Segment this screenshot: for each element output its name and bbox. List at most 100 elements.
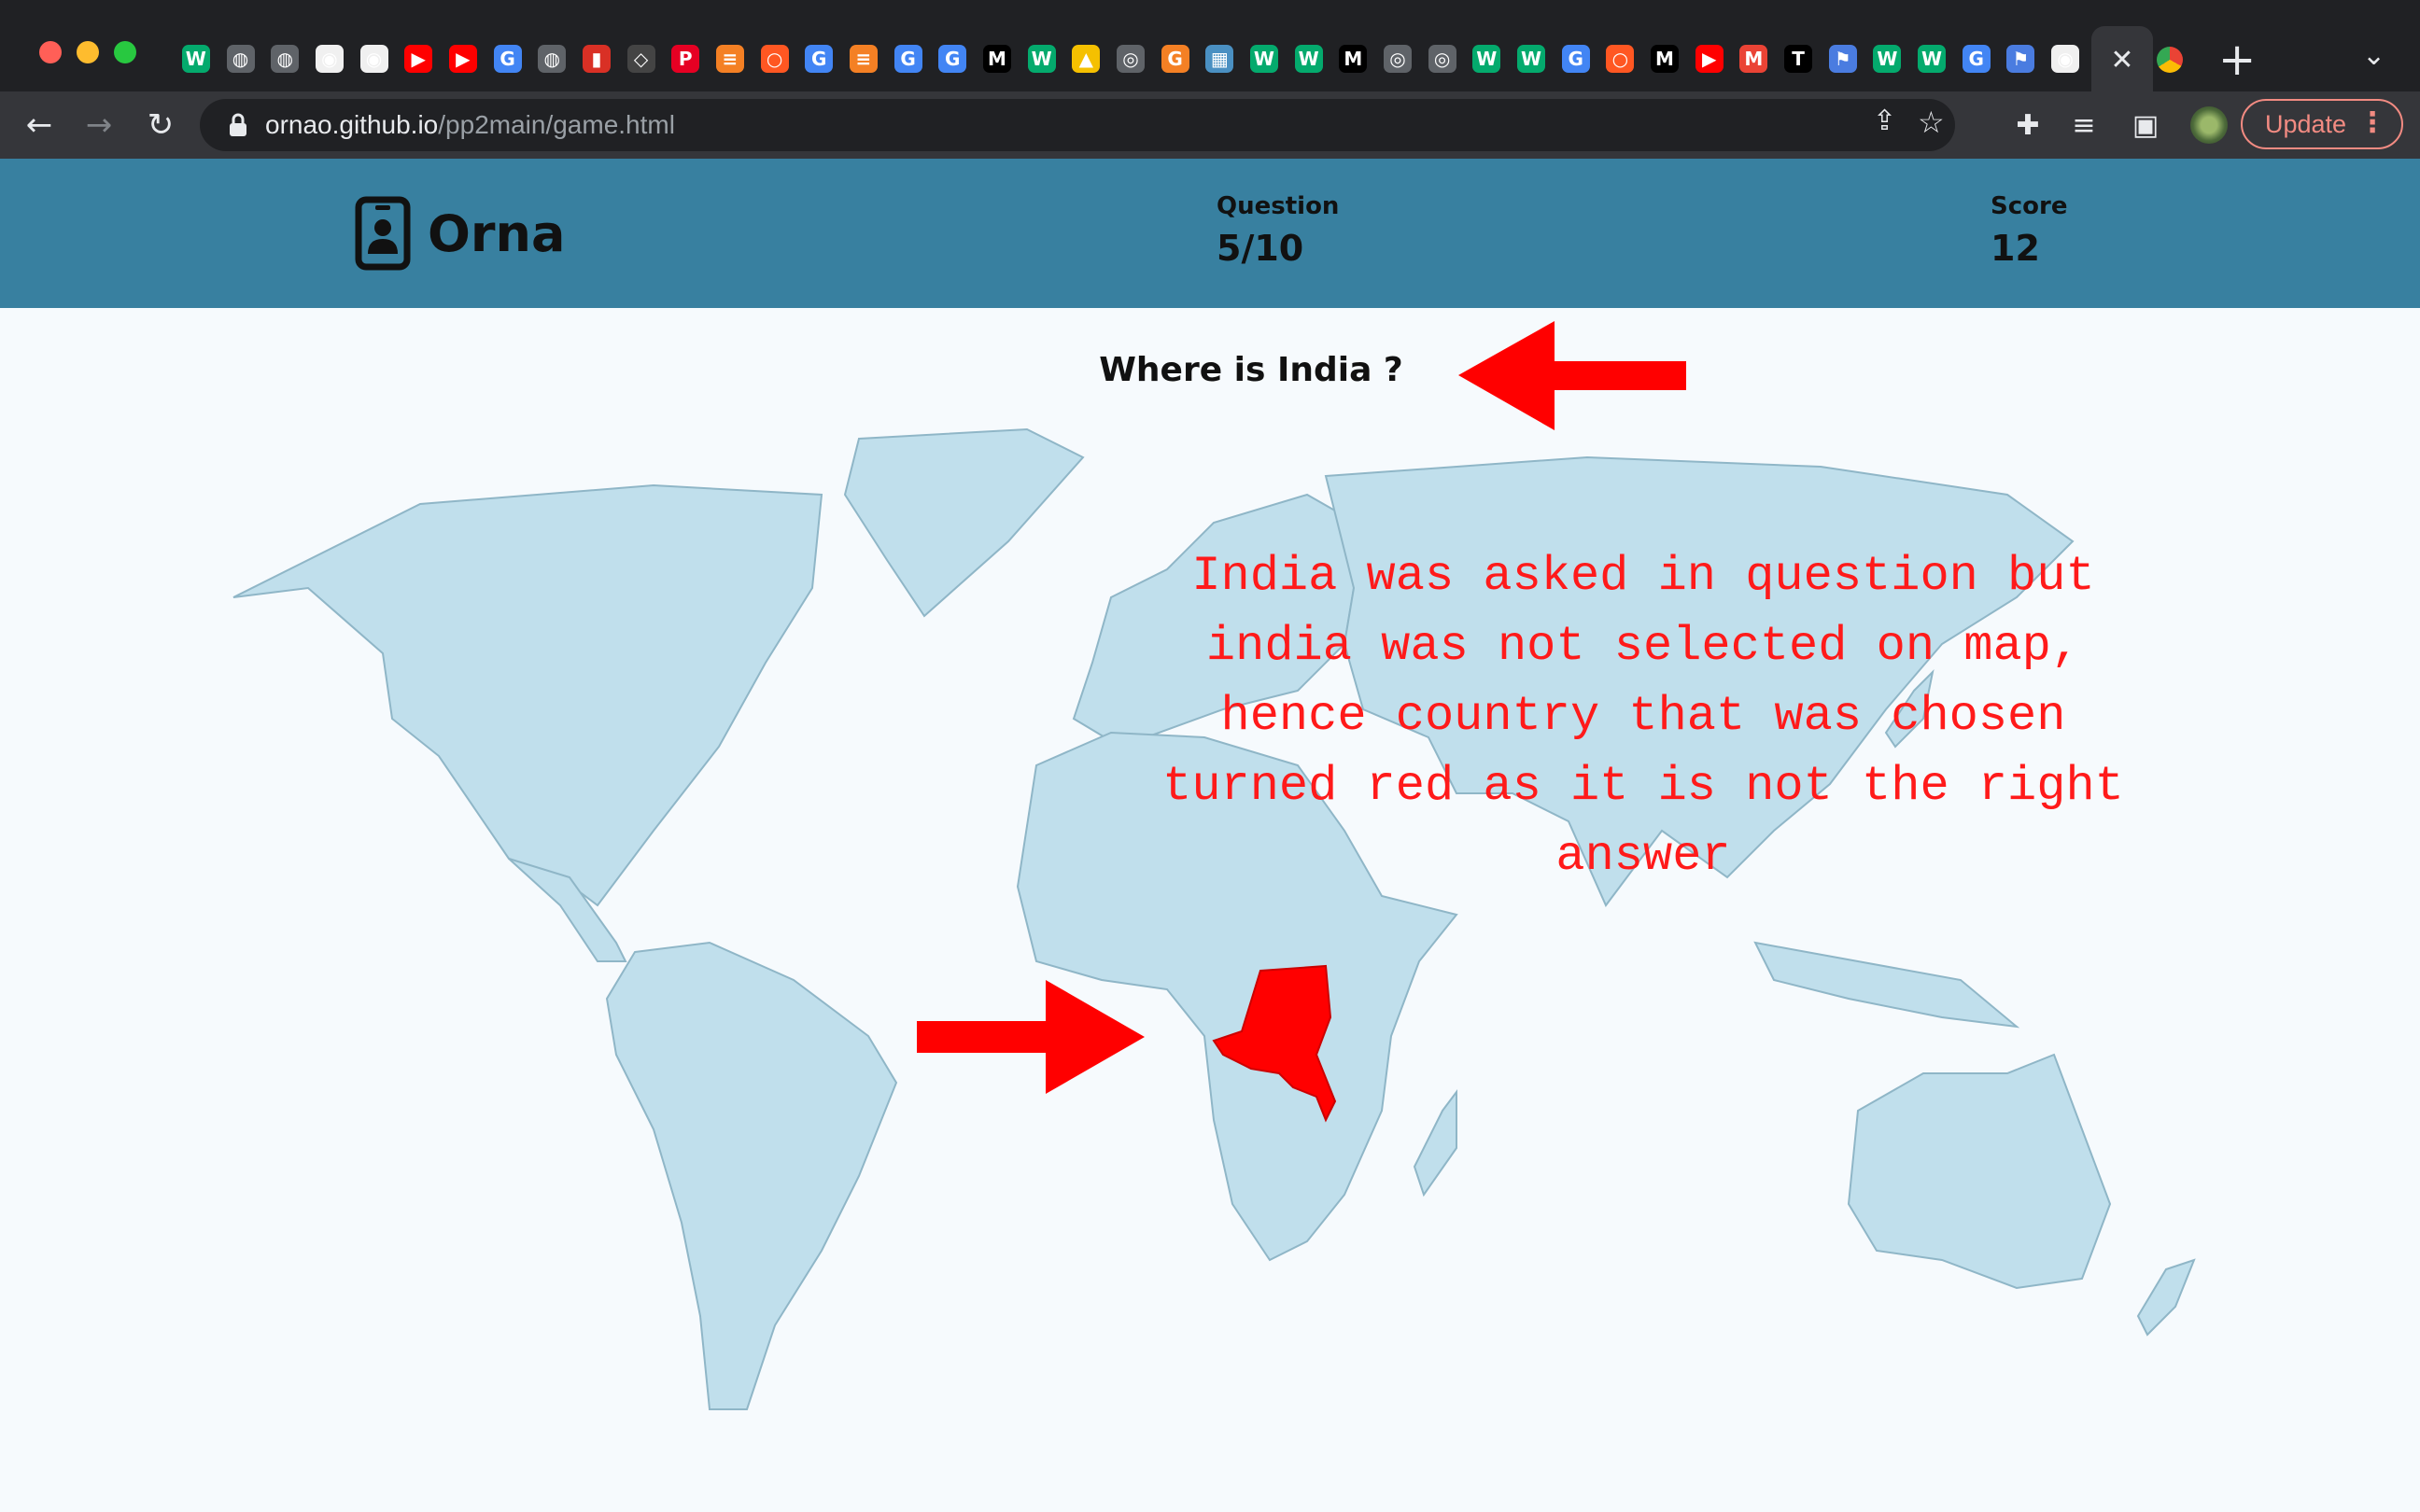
tab[interactable]: W <box>1909 28 1954 90</box>
tab[interactable]: W <box>1020 28 1064 90</box>
new-tab-button[interactable]: + <box>2218 34 2256 86</box>
tab[interactable]: ○ <box>1598 28 1643 90</box>
google-icon: G <box>805 45 834 73</box>
tab[interactable]: M <box>975 28 1020 90</box>
lock-icon <box>230 113 246 136</box>
tab[interactable]: M <box>1642 28 1687 90</box>
map-icon: ▦ <box>1205 45 1234 73</box>
tab[interactable]: ◎ <box>1108 28 1153 90</box>
tab[interactable]: ▶ <box>441 28 485 90</box>
tab[interactable]: G <box>1153 28 1198 90</box>
tab[interactable]: ≡ <box>841 28 886 90</box>
more-menu-icon[interactable]: ⋮ <box>2358 106 2386 139</box>
world-map[interactable] <box>0 308 2420 1512</box>
tab[interactable]: ◇ <box>619 28 664 90</box>
extensions-icon[interactable]: ✚ <box>2007 105 2048 146</box>
update-button[interactable]: Update ⋮ <box>2241 99 2403 149</box>
back-icon[interactable]: ← <box>19 105 60 146</box>
medium-icon: M <box>982 45 1011 73</box>
tab[interactable]: ◍ <box>262 28 307 90</box>
tab[interactable]: ◉ <box>2043 28 2088 90</box>
chrome-icon: ◎ <box>1383 45 1412 73</box>
tab[interactable]: W <box>1242 28 1287 90</box>
country-greenland[interactable] <box>843 427 1085 618</box>
brand-name: Orna <box>428 203 566 263</box>
profile-avatar[interactable] <box>2190 106 2228 144</box>
tab[interactable]: ◍ <box>218 28 263 90</box>
bookmark-star-icon[interactable]: ☆ <box>1918 105 1945 140</box>
minimize-window-icon[interactable] <box>77 41 99 63</box>
tab[interactable]: G <box>930 28 975 90</box>
youtube-icon: ▶ <box>448 45 477 73</box>
tab[interactable]: W <box>1464 28 1509 90</box>
media-control-icon[interactable]: ≡ <box>2063 105 2104 146</box>
tab[interactable]: ⚑ <box>1999 28 2044 90</box>
active-tab[interactable]: ✕ <box>2091 26 2153 93</box>
country-indonesia[interactable] <box>1753 941 2020 1029</box>
selection-arrow-icon <box>917 980 1145 1094</box>
side-panel-icon[interactable]: ▣ <box>2125 105 2166 146</box>
forward-icon[interactable]: → <box>78 105 120 146</box>
tab[interactable]: ◎ <box>1420 28 1465 90</box>
tab[interactable]: P <box>663 28 708 90</box>
browser-toolbar: ← → ↻ ornao.github.io/pp2main/game.html … <box>0 91 2420 159</box>
tab[interactable]: ○ <box>753 28 797 90</box>
tab[interactable]: ◉ <box>307 28 352 90</box>
country-australia[interactable] <box>1847 1053 2112 1290</box>
tab[interactable]: G <box>886 28 931 90</box>
github-icon: ◉ <box>2051 45 2080 73</box>
tab[interactable]: ◉ <box>352 28 397 90</box>
game-header: Orna Question 5/10 Score 12 <box>0 159 2420 308</box>
tab[interactable]: W <box>1509 28 1554 90</box>
tab[interactable]: ▮ <box>574 28 619 90</box>
youtube-icon: ▶ <box>404 45 433 73</box>
tab-search-icon[interactable]: ⌄ <box>2362 39 2385 72</box>
maximize-window-icon[interactable] <box>114 41 136 63</box>
linux-icon: ▲ <box>1072 45 1101 73</box>
update-label: Update <box>2265 109 2347 138</box>
address-bar[interactable]: ornao.github.io/pp2main/game.html ⇪ ☆ <box>200 99 1955 151</box>
country-north-america[interactable] <box>232 483 823 907</box>
tab[interactable]: W <box>1865 28 1910 90</box>
annotation-text: India was asked in question but india wa… <box>1162 549 2124 884</box>
share-icon[interactable]: ⇪ <box>1873 105 1896 137</box>
browser-tab-bar: W ◍ ◍ ◉ ◉ ▶ ▶ G ◍ ▮ ◇ P ≡ ○ G ≡ G G M W ▲ ◎ G ▦ W W M ◎ ◎ W W G ○ M ▶ M T ⚑ W W… <box>0 0 2420 93</box>
w3schools-icon: W <box>1918 45 1947 73</box>
tab[interactable]: ▶ <box>1687 28 1732 90</box>
tab[interactable]: ◍ <box>529 28 574 90</box>
score-label: Score <box>1991 192 2068 220</box>
brand[interactable]: Orna <box>355 196 565 271</box>
tab[interactable]: T <box>1776 28 1821 90</box>
g-icon: G <box>1161 45 1189 73</box>
tab[interactable]: ⚑ <box>1821 28 1865 90</box>
tab[interactable]: M <box>1330 28 1375 90</box>
tab[interactable]: ▶ <box>396 28 441 90</box>
tab[interactable]: W <box>174 28 218 90</box>
reload-icon[interactable]: ↻ <box>140 105 181 146</box>
id-badge-icon <box>355 196 411 271</box>
github-icon: ◉ <box>315 45 344 73</box>
tab[interactable]: G <box>796 28 841 90</box>
tab[interactable]: G <box>485 28 530 90</box>
question-prompt: Where is India ? <box>1099 351 1403 389</box>
chrome-icon: ◎ <box>1428 45 1456 73</box>
tab[interactable]: ≡ <box>708 28 753 90</box>
tab[interactable]: M <box>1732 28 1777 90</box>
tab[interactable]: G <box>1954 28 1999 90</box>
country-madagascar[interactable] <box>1413 1089 1457 1197</box>
w3schools-icon: W <box>1294 45 1323 73</box>
country-south-america[interactable] <box>605 941 898 1410</box>
w3schools-icon: W <box>1873 45 1902 73</box>
close-window-icon[interactable] <box>39 41 62 63</box>
tab[interactable]: W <box>1287 28 1331 90</box>
question-label: Question <box>1217 192 1340 220</box>
extra-tab-icon[interactable] <box>2157 47 2183 73</box>
close-tab-icon[interactable]: ✕ <box>2110 44 2133 77</box>
country-new-zealand[interactable] <box>2136 1258 2196 1337</box>
tab[interactable]: G <box>1554 28 1598 90</box>
tab[interactable]: ▦ <box>1197 28 1242 90</box>
tab[interactable]: ◎ <box>1375 28 1420 90</box>
tab[interactable]: ▲ <box>1063 28 1108 90</box>
lipstick-icon: ▮ <box>582 45 611 73</box>
stackoverflow-icon: ≡ <box>715 45 744 73</box>
